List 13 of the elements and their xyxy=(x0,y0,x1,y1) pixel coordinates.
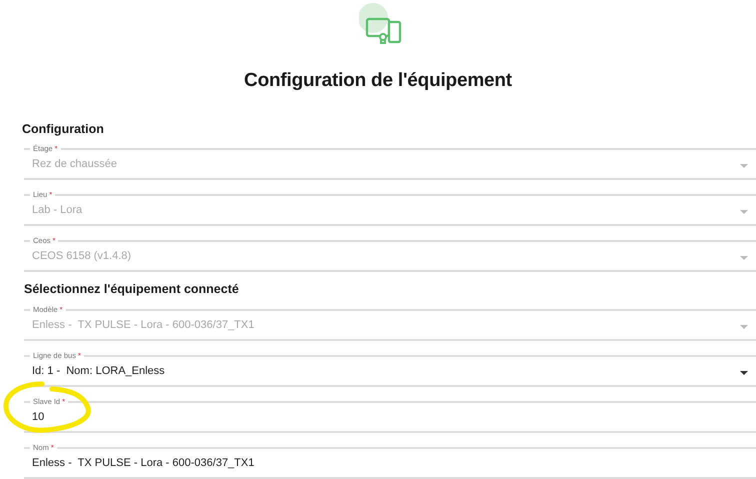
section-heading: Configuration xyxy=(22,122,105,136)
section-heading: Sélectionnez l'équipement connecté xyxy=(24,282,240,296)
field-value: Enless - TX PULSE - Lora - 600-036/37_TX1 xyxy=(32,457,254,469)
dropdown-arrow-icon xyxy=(740,164,748,168)
dropdown-arrow-icon xyxy=(740,256,748,260)
dropdown-arrow-icon xyxy=(740,371,748,375)
field-value: Rez de chaussée xyxy=(32,158,117,170)
dropdown-arrow-icon xyxy=(740,325,748,329)
field-value: 10 xyxy=(32,411,44,423)
page-title: Configuration de l'équipement xyxy=(243,70,513,92)
field-value: Id: 1 - Nom: LORA_Enless xyxy=(32,365,165,377)
field-value: Lab - Lora xyxy=(32,204,82,216)
dropdown-arrow-icon xyxy=(740,210,748,214)
